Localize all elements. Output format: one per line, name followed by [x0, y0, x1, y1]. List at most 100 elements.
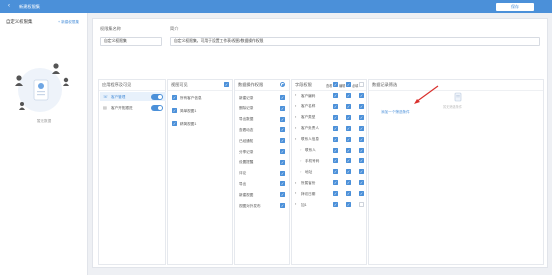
field-label: 客户编码: [301, 93, 316, 98]
field-required-checkbox[interactable]: ✓: [359, 147, 364, 153]
field-edit-checkbox[interactable]: ✓: [346, 191, 351, 197]
field-view-checkbox[interactable]: ✓: [333, 136, 338, 142]
op-checkbox[interactable]: ✓: [280, 170, 285, 176]
field-required-checkbox[interactable]: ✓: [359, 136, 364, 142]
op-label: 已经通知: [239, 138, 254, 143]
field-type-icon: ▪: [295, 136, 297, 141]
field-required-checkbox[interactable]: ✓: [359, 180, 364, 186]
field-edit-checkbox[interactable]: ✓: [346, 114, 351, 120]
data-ops-panel: 数据操作权限 新建记录 ✓ 删除记录 ✓ 导出数据 ✓ 查看动态 ✓ 已经通知 ✓ 分享记录 ✓ 设置提…: [234, 79, 290, 265]
op-checkbox[interactable]: ✓: [280, 203, 285, 208]
field-required-checkbox[interactable]: ✓: [359, 114, 364, 120]
view-checkbox[interactable]: ✓: [172, 108, 177, 113]
op-checkbox[interactable]: ✓: [280, 105, 285, 111]
field-type-icon: ◦: [300, 169, 302, 174]
field-view-checkbox[interactable]: ✓: [333, 158, 338, 164]
field-view-checkbox[interactable]: ✓: [333, 191, 338, 197]
views-panel: 视图可见 ✓ ✓ 所有客户信息 ✓ 简单视图1 ✓ 精简视图1: [167, 79, 233, 265]
app-icon: ☏: [103, 95, 108, 99]
field-edit-checkbox[interactable]: ✓: [346, 180, 351, 186]
field-edit-checkbox[interactable]: ✓: [346, 158, 351, 164]
apps-header: 应用程序及可见: [102, 82, 132, 87]
field-view-checkbox[interactable]: ✓: [333, 147, 338, 153]
name-input[interactable]: 自定义权限集: [100, 37, 162, 46]
description-input[interactable]: 自定义权限集，可用于设置工作表/视图/数据操作权限: [170, 37, 540, 46]
op-checkbox[interactable]: ✓: [280, 181, 285, 187]
ops-radio[interactable]: [280, 82, 285, 87]
field-type-icon: ◦: [300, 158, 302, 163]
divider: [99, 90, 165, 91]
op-label: 新建记录: [239, 95, 254, 100]
op-checkbox[interactable]: ✓: [280, 149, 285, 154]
field-required-checkbox[interactable]: ✓: [359, 93, 364, 98]
field-view-checkbox[interactable]: ✓: [333, 103, 338, 109]
view-label: 精简视图1: [180, 121, 197, 126]
op-checkbox[interactable]: ✓: [280, 159, 285, 165]
field-view-checkbox[interactable]: ✓: [333, 114, 338, 120]
col-required-checkbox[interactable]: [359, 82, 364, 87]
col-edit-checkbox[interactable]: ✓: [346, 82, 351, 87]
sidebar-title: 自定义权限集: [6, 19, 33, 24]
col-edit-label: 编辑: [339, 83, 346, 88]
field-required-checkbox[interactable]: [359, 202, 364, 207]
field-required-checkbox[interactable]: ✓: [359, 158, 364, 164]
op-checkbox[interactable]: ✓: [280, 138, 285, 144]
field-view-checkbox[interactable]: ✓: [333, 180, 338, 186]
field-type-icon: ▪: [295, 202, 297, 207]
field-label: 地址: [305, 169, 313, 174]
permission-set-sidebar: 自定义权限集 + 新建权限集 暂无数据: [0, 13, 88, 275]
new-permission-set-link[interactable]: + 新建权限集: [58, 20, 79, 25]
app-label: 客户管理: [111, 94, 126, 99]
op-label: 分享记录: [239, 149, 254, 154]
app-row-followup[interactable]: ▤ 客户开拓跟进: [100, 103, 166, 112]
field-required-checkbox[interactable]: ✓: [359, 191, 364, 197]
divider: [235, 90, 289, 91]
field-edit-checkbox[interactable]: ✓: [346, 202, 351, 207]
field-label: 手机号码: [305, 158, 320, 163]
op-checkbox[interactable]: ✓: [280, 95, 285, 100]
field-view-checkbox[interactable]: ✓: [333, 169, 338, 175]
field-required-checkbox[interactable]: ✓: [359, 125, 364, 131]
app-row-customer[interactable]: ☏ 客户管理: [100, 92, 166, 101]
views-select-all-checkbox[interactable]: ✓: [224, 82, 229, 87]
empty-state-illustration: [15, 63, 69, 112]
field-label: 客户负责人: [301, 126, 319, 131]
apps-panel: 应用程序及可见 ☏ 客户管理 ▤ 客户开拓跟进: [98, 79, 166, 265]
op-checkbox[interactable]: ✓: [280, 116, 285, 122]
field-type-icon: ▪: [295, 115, 297, 120]
field-type-icon: ◦: [300, 147, 302, 152]
field-label: 联系人: [305, 148, 316, 152]
col-view-checkbox[interactable]: ✓: [333, 82, 338, 87]
field-label: 客户类型: [301, 115, 316, 120]
view-label: 所有客户信息: [180, 95, 202, 100]
field-view-checkbox[interactable]: ✓: [333, 125, 338, 131]
app-toggle[interactable]: [151, 93, 163, 100]
op-label: 设置提醒: [239, 160, 254, 165]
app-icon: ▤: [103, 106, 107, 110]
field-label: 所属省份: [301, 180, 316, 185]
view-checkbox[interactable]: ✓: [172, 95, 177, 100]
field-edit-checkbox[interactable]: ✓: [346, 125, 351, 131]
op-checkbox[interactable]: ✓: [280, 127, 285, 133]
field-type-icon: ▪: [295, 191, 297, 196]
field-view-checkbox[interactable]: ✓: [333, 202, 338, 207]
field-view-checkbox[interactable]: ✓: [333, 93, 338, 98]
ops-header: 数据操作权限: [238, 82, 264, 87]
field-edit-checkbox[interactable]: ✓: [346, 136, 351, 142]
field-type-icon: ▪: [295, 93, 297, 98]
empty-text: 暂无数据: [36, 119, 52, 123]
field-label: 客户名称: [301, 104, 316, 109]
op-checkbox[interactable]: ✓: [280, 192, 285, 198]
back-arrow-icon[interactable]: ‹: [8, 3, 15, 10]
field-edit-checkbox[interactable]: ✓: [346, 147, 351, 153]
app-toggle[interactable]: [151, 104, 163, 111]
view-checkbox[interactable]: ✓: [172, 121, 177, 126]
field-edit-checkbox[interactable]: ✓: [346, 169, 351, 175]
field-required-checkbox[interactable]: ✓: [359, 103, 364, 109]
field-edit-checkbox[interactable]: ✓: [346, 93, 351, 98]
field-required-checkbox[interactable]: ✓: [359, 169, 364, 175]
op-label: 删除记录: [239, 106, 254, 111]
field-edit-checkbox[interactable]: ✓: [346, 103, 351, 109]
op-label: 查看动态: [239, 127, 254, 132]
save-button[interactable]: 保存: [496, 3, 534, 11]
